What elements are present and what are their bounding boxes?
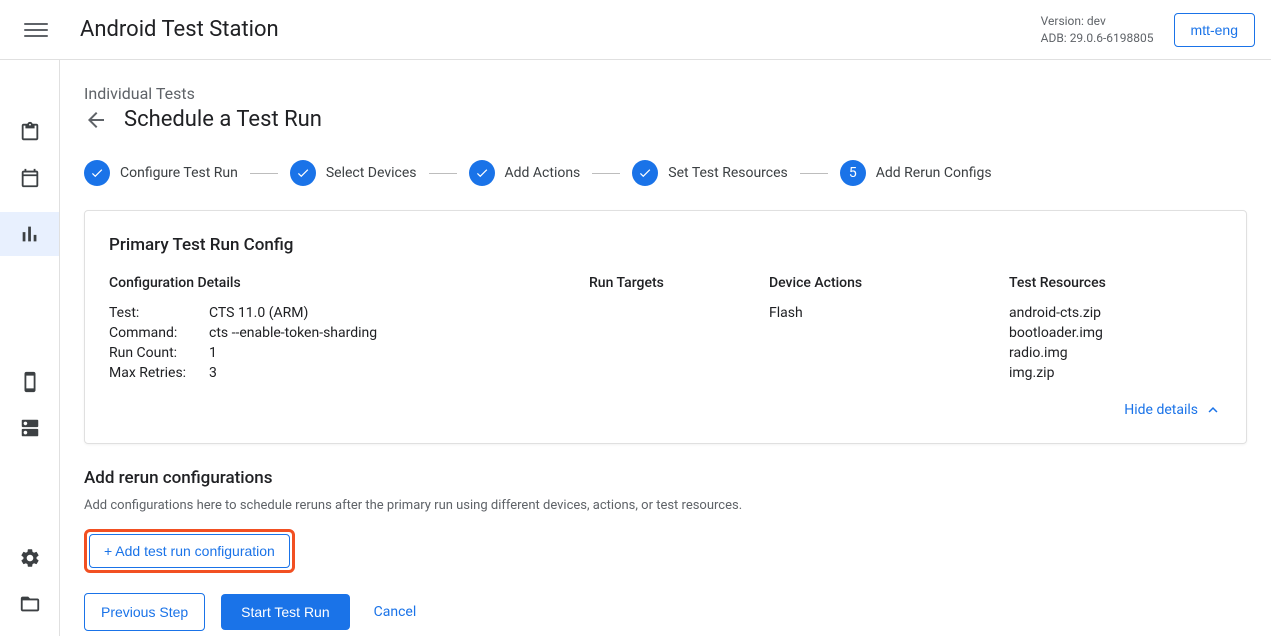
footer-buttons: Previous Step Start Test Run Cancel xyxy=(84,593,1271,631)
bar-chart-icon[interactable] xyxy=(18,222,42,246)
rerun-section-title: Add rerun configurations xyxy=(84,468,1271,488)
step-label: Add Actions xyxy=(505,165,581,181)
runcount-label: Run Count: xyxy=(109,345,209,361)
command-value: cts --enable-token-sharding xyxy=(209,325,377,341)
resource-item: radio.img xyxy=(1009,345,1222,361)
check-icon xyxy=(469,160,495,186)
test-value: CTS 11.0 (ARM) xyxy=(209,305,308,321)
adb-label: ADB: 29.0.6-6198805 xyxy=(1041,30,1154,47)
user-button[interactable]: mtt-eng xyxy=(1174,13,1255,47)
test-resources-head: Test Resources xyxy=(1009,275,1222,291)
resource-item: img.zip xyxy=(1009,365,1222,381)
command-label: Command: xyxy=(109,325,209,341)
step-add-actions[interactable]: Add Actions xyxy=(469,160,581,186)
step-label: Select Devices xyxy=(326,165,417,181)
step-connector xyxy=(429,173,457,174)
device-actions-head: Device Actions xyxy=(769,275,969,291)
start-test-run-button[interactable]: Start Test Run xyxy=(221,594,349,630)
runcount-value: 1 xyxy=(209,345,217,361)
version-info: Version: dev ADB: 29.0.6-6198805 xyxy=(1041,13,1154,47)
stepper: Configure Test Run Select Devices Add Ac… xyxy=(84,160,1271,186)
maxretries-value: 3 xyxy=(209,365,217,381)
maxretries-label: Max Retries: xyxy=(109,365,209,381)
chevron-up-icon[interactable] xyxy=(1204,401,1222,419)
test-label: Test: xyxy=(109,305,209,321)
clipboard-icon[interactable] xyxy=(18,120,42,144)
app-title: Android Test Station xyxy=(80,17,279,42)
step-add-rerun-configs[interactable]: 5 Add Rerun Configs xyxy=(840,160,992,186)
dns-icon[interactable] xyxy=(18,416,42,440)
check-icon xyxy=(290,160,316,186)
gear-icon[interactable] xyxy=(18,546,42,570)
version-label: Version: dev xyxy=(1041,13,1154,30)
page-title: Schedule a Test Run xyxy=(124,107,322,132)
hide-details-link[interactable]: Hide details xyxy=(1124,402,1198,418)
phone-icon[interactable] xyxy=(18,370,42,394)
rerun-section-desc: Add configurations here to schedule reru… xyxy=(84,498,1271,513)
step-connector xyxy=(800,173,828,174)
sidebar xyxy=(0,60,60,636)
step-number: 5 xyxy=(840,160,866,186)
step-configure-test-run[interactable]: Configure Test Run xyxy=(84,160,238,186)
folder-icon[interactable] xyxy=(18,592,42,616)
card-title: Primary Test Run Config xyxy=(109,235,1222,255)
check-icon xyxy=(84,160,110,186)
step-label: Configure Test Run xyxy=(120,165,238,181)
menu-icon[interactable] xyxy=(24,18,48,42)
step-select-devices[interactable]: Select Devices xyxy=(290,160,417,186)
top-bar: Android Test Station Version: dev ADB: 2… xyxy=(0,0,1271,60)
previous-step-button[interactable]: Previous Step xyxy=(84,593,205,631)
main-content: Individual Tests Schedule a Test Run Con… xyxy=(60,60,1271,636)
step-label: Add Rerun Configs xyxy=(876,165,992,181)
resource-item: bootloader.img xyxy=(1009,325,1222,341)
cancel-button[interactable]: Cancel xyxy=(366,594,425,630)
step-label: Set Test Resources xyxy=(668,165,787,181)
highlight-box: + Add test run configuration xyxy=(84,529,295,573)
back-arrow-icon[interactable] xyxy=(84,108,108,132)
primary-config-card: Primary Test Run Config Configuration De… xyxy=(84,210,1247,444)
check-icon xyxy=(632,160,658,186)
calendar-icon[interactable] xyxy=(18,166,42,190)
run-targets-head: Run Targets xyxy=(589,275,729,291)
add-test-run-config-button[interactable]: + Add test run configuration xyxy=(89,534,290,568)
step-set-test-resources[interactable]: Set Test Resources xyxy=(632,160,787,186)
config-details-head: Configuration Details xyxy=(109,275,549,291)
breadcrumb: Individual Tests xyxy=(84,84,1271,103)
step-connector xyxy=(592,173,620,174)
step-connector xyxy=(250,173,278,174)
resource-item: android-cts.zip xyxy=(1009,305,1222,321)
device-action-value: Flash xyxy=(769,305,969,321)
